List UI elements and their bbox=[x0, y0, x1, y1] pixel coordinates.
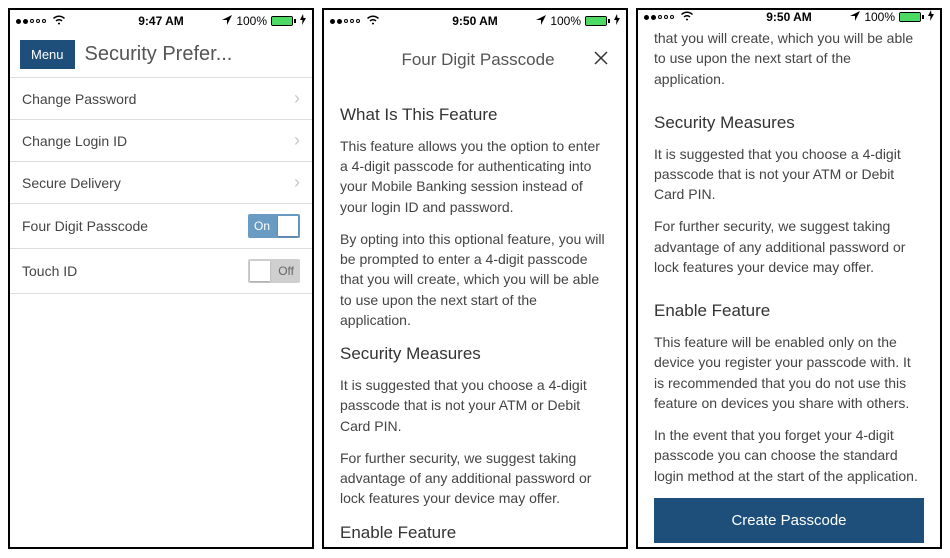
screen-feature-info-top: 9:50 AM 100% Four Digit Passcode What Is… bbox=[322, 8, 628, 549]
charging-icon bbox=[928, 10, 934, 24]
location-icon bbox=[222, 14, 232, 28]
row-touch-id: Touch ID Off bbox=[10, 249, 312, 294]
heading-security-measures: Security Measures bbox=[340, 342, 610, 367]
paragraph: that you will create, which you will be … bbox=[654, 28, 924, 89]
status-bar: 9:50 AM 100% bbox=[324, 10, 626, 32]
charging-icon bbox=[614, 14, 620, 28]
paragraph: This feature will be enabled only on the… bbox=[654, 332, 924, 413]
paragraph: This feature allows you the option to en… bbox=[340, 136, 610, 217]
status-time: 9:50 AM bbox=[741, 10, 838, 24]
chevron-right-icon: › bbox=[294, 172, 300, 193]
modal-content[interactable]: that you will create, which you will be … bbox=[638, 24, 940, 549]
wifi-icon bbox=[52, 14, 66, 28]
modal-header: Four Digit Passcode bbox=[324, 32, 626, 87]
row-change-login-id[interactable]: Change Login ID › bbox=[10, 120, 312, 162]
signal-dots-icon bbox=[16, 19, 46, 24]
paragraph: It is suggested that you choose a 4-digi… bbox=[654, 144, 924, 205]
close-button[interactable] bbox=[586, 44, 616, 75]
row-secure-delivery[interactable]: Secure Delivery › bbox=[10, 162, 312, 204]
heading-what-is-this: What Is This Feature bbox=[340, 103, 610, 128]
screen-feature-info-bottom: 9:50 AM 100% that you will create, which… bbox=[636, 8, 942, 549]
status-bar: 9:50 AM 100% bbox=[638, 10, 940, 24]
paragraph: For further security, we suggest taking … bbox=[654, 216, 924, 277]
signal-dots-icon bbox=[644, 15, 674, 20]
battery-icon bbox=[585, 16, 610, 26]
heading-enable-feature: Enable Feature bbox=[654, 299, 924, 324]
wifi-icon bbox=[366, 14, 380, 28]
signal-dots-icon bbox=[330, 19, 360, 24]
row-label: Four Digit Passcode bbox=[22, 218, 148, 234]
toggle-touch-id[interactable]: Off bbox=[248, 259, 300, 283]
header: Menu Security Prefer... bbox=[10, 32, 312, 77]
row-change-password[interactable]: Change Password › bbox=[10, 78, 312, 120]
status-time: 9:50 AM bbox=[427, 14, 524, 28]
row-four-digit-passcode: Four Digit Passcode On bbox=[10, 204, 312, 249]
row-label: Change Login ID bbox=[22, 133, 127, 149]
row-label: Change Password bbox=[22, 91, 136, 107]
battery-percent: 100% bbox=[864, 10, 895, 24]
settings-list: Change Password › Change Login ID › Secu… bbox=[10, 77, 312, 294]
battery-icon bbox=[271, 16, 296, 26]
screen-security-preferences: 9:47 AM 100% Menu Security Prefer... Cha… bbox=[8, 8, 314, 549]
page-title: Security Prefer... bbox=[85, 43, 302, 66]
modal-content[interactable]: What Is This Feature This feature allows… bbox=[324, 87, 626, 547]
status-bar: 9:47 AM 100% bbox=[10, 10, 312, 32]
status-time: 9:47 AM bbox=[113, 14, 210, 28]
charging-icon bbox=[300, 14, 306, 28]
modal-title: Four Digit Passcode bbox=[370, 50, 586, 70]
battery-icon bbox=[899, 12, 924, 22]
row-label: Touch ID bbox=[22, 263, 77, 279]
battery-percent: 100% bbox=[550, 14, 581, 28]
toggle-label: Off bbox=[272, 264, 300, 278]
toggle-knob bbox=[278, 216, 298, 236]
toggle-four-digit-passcode[interactable]: On bbox=[248, 214, 300, 238]
close-icon bbox=[594, 51, 608, 65]
battery-percent: 100% bbox=[236, 14, 267, 28]
paragraph: For further security, we suggest taking … bbox=[340, 448, 610, 509]
location-icon bbox=[536, 14, 546, 28]
location-icon bbox=[850, 10, 860, 24]
toggle-label: On bbox=[248, 219, 276, 233]
create-passcode-button[interactable]: Create Passcode bbox=[654, 498, 924, 543]
row-label: Secure Delivery bbox=[22, 175, 121, 191]
wifi-icon bbox=[680, 10, 694, 24]
paragraph: By opting into this optional feature, yo… bbox=[340, 229, 610, 330]
paragraph: It is suggested that you choose a 4-digi… bbox=[340, 375, 610, 436]
heading-enable-feature: Enable Feature bbox=[340, 521, 610, 546]
chevron-right-icon: › bbox=[294, 88, 300, 109]
toggle-knob bbox=[250, 261, 270, 281]
menu-button[interactable]: Menu bbox=[20, 40, 75, 69]
heading-security-measures: Security Measures bbox=[654, 111, 924, 136]
chevron-right-icon: › bbox=[294, 130, 300, 151]
paragraph: In the event that you forget your 4-digi… bbox=[654, 425, 924, 486]
